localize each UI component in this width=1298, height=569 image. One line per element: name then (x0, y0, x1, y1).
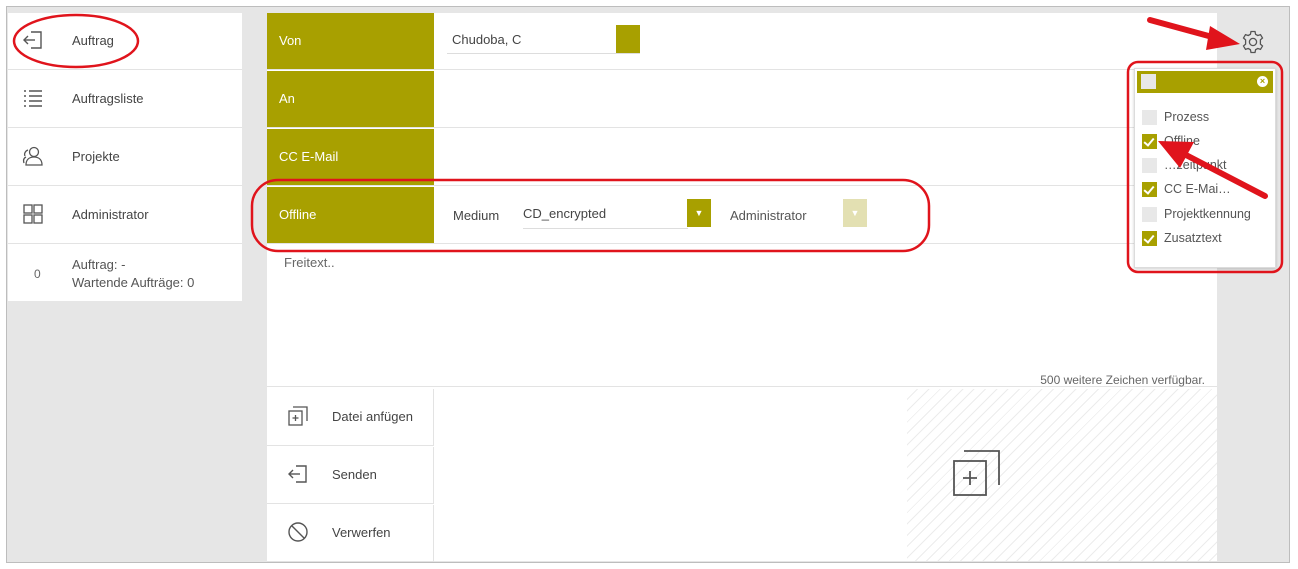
sidebar-item-label: Projekte (72, 149, 120, 164)
option-prozess[interactable]: Prozess (1142, 109, 1276, 127)
dropdown-header: × (1137, 71, 1273, 93)
status-order: Auftrag: - (72, 257, 126, 272)
discard-button[interactable]: Verwerfen (267, 505, 434, 562)
chevron-down-icon: ▼ (850, 208, 860, 218)
status-waiting: Wartende Aufträge: 0 (72, 275, 195, 290)
medium-label: Medium (453, 208, 500, 223)
sidebar-item-label: Auftragsliste (72, 91, 144, 106)
row-offline: Offline Medium CD_encrypted ▼ Administra… (267, 187, 1217, 244)
sidebar-item-label: Auftrag (72, 33, 114, 48)
attach-label: Datei anfügen (332, 409, 413, 424)
action-list: Datei anfügen Senden Verwerfen (267, 389, 434, 562)
attachment-drop-zone[interactable] (907, 389, 1217, 561)
von-underline (447, 53, 640, 54)
freetext-area[interactable]: Freitext.. 500 weitere Zeichen verfügbar… (267, 249, 1217, 387)
option-projektkennung[interactable]: Projektkennung (1142, 206, 1276, 224)
checkbox[interactable] (1142, 110, 1157, 125)
send-button[interactable]: Senden (267, 447, 434, 504)
option-label: Offline (1164, 134, 1200, 148)
gear-icon[interactable] (1241, 30, 1265, 54)
checkbox[interactable] (1142, 134, 1157, 149)
medium-dropdown-button[interactable]: ▼ (687, 199, 711, 227)
offline-label: Offline (267, 187, 434, 243)
an-label-text: An (279, 91, 295, 106)
freetext-placeholder: Freitext.. (284, 255, 335, 270)
checkbox[interactable] (1142, 158, 1157, 173)
list-icon (24, 90, 42, 107)
option-zeitpunkt[interactable]: …zeitpunkt (1142, 157, 1276, 175)
option-label: Zusatztext (1164, 231, 1222, 245)
administrator-dropdown-button[interactable]: ▼ (843, 199, 867, 227)
von-label-text: Von (279, 33, 302, 48)
sign-in-icon (288, 465, 307, 483)
von-field[interactable]: Chudoba, C (452, 32, 521, 47)
attach-file-button[interactable]: Datei anfügen (267, 389, 434, 446)
column-settings-dropdown: × Prozess Offline …zeitpunkt CC E-Mai… P… (1134, 68, 1276, 268)
users-icon (22, 146, 43, 166)
sidebar-item-administrator[interactable]: Administrator (8, 187, 242, 244)
option-cc-email[interactable]: CC E-Mai… (1142, 181, 1276, 199)
cc-field[interactable] (434, 129, 1217, 185)
checkbox[interactable] (1142, 207, 1157, 222)
sidebar-item-auftragsliste[interactable]: Auftragsliste (8, 71, 242, 128)
sidebar-item-projekte[interactable]: Projekte (8, 129, 242, 186)
status-count: 0 (34, 267, 41, 281)
add-file-icon (953, 450, 1000, 496)
row-an: An (267, 71, 1217, 128)
checkbox[interactable] (1142, 182, 1157, 197)
an-label: An (267, 71, 434, 127)
sidebar: Auftrag Auftragsliste Projekte Administr… (8, 13, 242, 301)
send-label: Senden (332, 467, 377, 482)
option-label: Prozess (1164, 110, 1210, 124)
cancel-icon (288, 522, 308, 542)
order-form: Von Chudoba, C An CC E-Mail Offline Medi… (267, 13, 1217, 562)
option-label: …zeitpunkt (1164, 158, 1227, 172)
row-cc: CC E-Mail (267, 129, 1217, 186)
row-von: Von Chudoba, C (267, 13, 1217, 70)
option-label: CC E-Mai… (1164, 182, 1231, 196)
von-select-button[interactable] (616, 25, 640, 53)
add-file-icon (288, 406, 308, 426)
option-offline[interactable]: Offline (1142, 133, 1276, 151)
grid-icon (23, 204, 43, 224)
administrator-label: Administrator (730, 208, 807, 223)
char-counter: 500 weitere Zeichen verfügbar. (1040, 373, 1205, 387)
cc-label: CC E-Mail (267, 129, 434, 185)
sidebar-item-label: Administrator (72, 207, 149, 222)
option-zusatztext[interactable]: Zusatztext (1142, 230, 1276, 248)
chevron-down-icon: ▼ (694, 208, 704, 218)
discard-label: Verwerfen (332, 525, 391, 540)
sign-in-icon (23, 31, 42, 49)
an-field[interactable] (434, 71, 1217, 127)
option-label: Projektkennung (1164, 207, 1251, 221)
checkbox[interactable] (1142, 231, 1157, 246)
order-status: 0 Auftrag: - Wartende Aufträge: 0 (8, 245, 242, 301)
von-label: Von (267, 13, 434, 69)
cc-label-text: CC E-Mail (279, 149, 339, 164)
select-all-checkbox[interactable] (1141, 74, 1156, 89)
close-icon[interactable]: × (1257, 76, 1268, 87)
sidebar-item-auftrag[interactable]: Auftrag (8, 13, 242, 70)
offline-label-text: Offline (279, 207, 317, 222)
medium-value: CD_encrypted (523, 206, 607, 221)
medium-select[interactable]: CD_encrypted (523, 203, 688, 229)
